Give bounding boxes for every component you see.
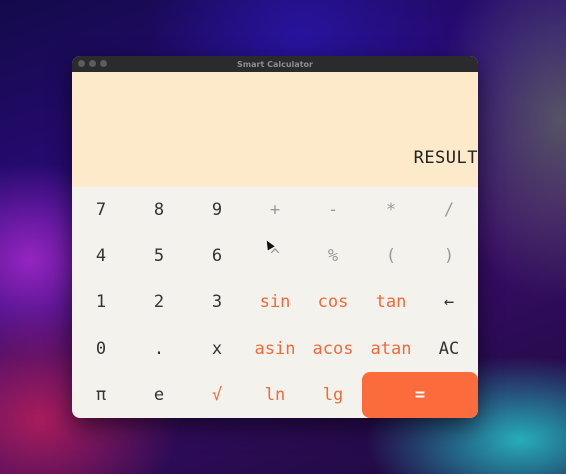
key-x[interactable]: x [188, 326, 246, 372]
result-display: RESULT [72, 72, 478, 187]
result-text: RESULT [413, 148, 478, 168]
key-open-paren[interactable]: ( [362, 233, 420, 279]
key-multiply[interactable]: * [362, 187, 420, 233]
key-equals[interactable]: = [362, 371, 478, 418]
key-plus[interactable]: + [246, 187, 304, 233]
key-1[interactable]: 1 [72, 279, 130, 325]
key-divide[interactable]: / [420, 187, 478, 233]
key-sqrt[interactable]: √ [188, 372, 246, 418]
key-3[interactable]: 3 [188, 279, 246, 325]
key-4[interactable]: 4 [72, 233, 130, 279]
key-ln[interactable]: ln [246, 372, 304, 418]
key-close-paren[interactable]: ) [420, 233, 478, 279]
key-0[interactable]: 0 [72, 326, 130, 372]
key-asin[interactable]: asin [246, 326, 304, 372]
key-power[interactable]: ^ [246, 233, 304, 279]
key-tan[interactable]: tan [362, 279, 420, 325]
key-e[interactable]: e [130, 372, 188, 418]
zoom-window-button[interactable] [100, 60, 107, 67]
key-all-clear[interactable]: AC [420, 326, 478, 372]
key-lg[interactable]: lg [304, 372, 362, 418]
key-5[interactable]: 5 [130, 233, 188, 279]
key-9[interactable]: 9 [188, 187, 246, 233]
key-decimal[interactable]: . [130, 326, 188, 372]
key-atan[interactable]: atan [362, 326, 420, 372]
key-pi[interactable]: π [72, 372, 130, 418]
minimize-window-button[interactable] [89, 60, 96, 67]
key-8[interactable]: 8 [130, 187, 188, 233]
calculator-window: Smart Calculator RESULT 7 8 9 + - * / 4 … [72, 56, 478, 418]
key-2[interactable]: 2 [130, 279, 188, 325]
key-acos[interactable]: acos [304, 326, 362, 372]
key-cos[interactable]: cos [304, 279, 362, 325]
window-title: Smart Calculator [237, 59, 313, 69]
key-percent[interactable]: % [304, 233, 362, 279]
close-window-button[interactable] [78, 60, 85, 67]
key-backspace[interactable]: ← [420, 279, 478, 325]
key-6[interactable]: 6 [188, 233, 246, 279]
window-controls [78, 60, 107, 67]
key-minus[interactable]: - [304, 187, 362, 233]
key-7[interactable]: 7 [72, 187, 130, 233]
title-bar: Smart Calculator [72, 56, 478, 72]
keypad: 7 8 9 + - * / 4 5 6 ^ % ( ) 1 2 3 sin co… [72, 187, 478, 418]
key-sin[interactable]: sin [246, 279, 304, 325]
